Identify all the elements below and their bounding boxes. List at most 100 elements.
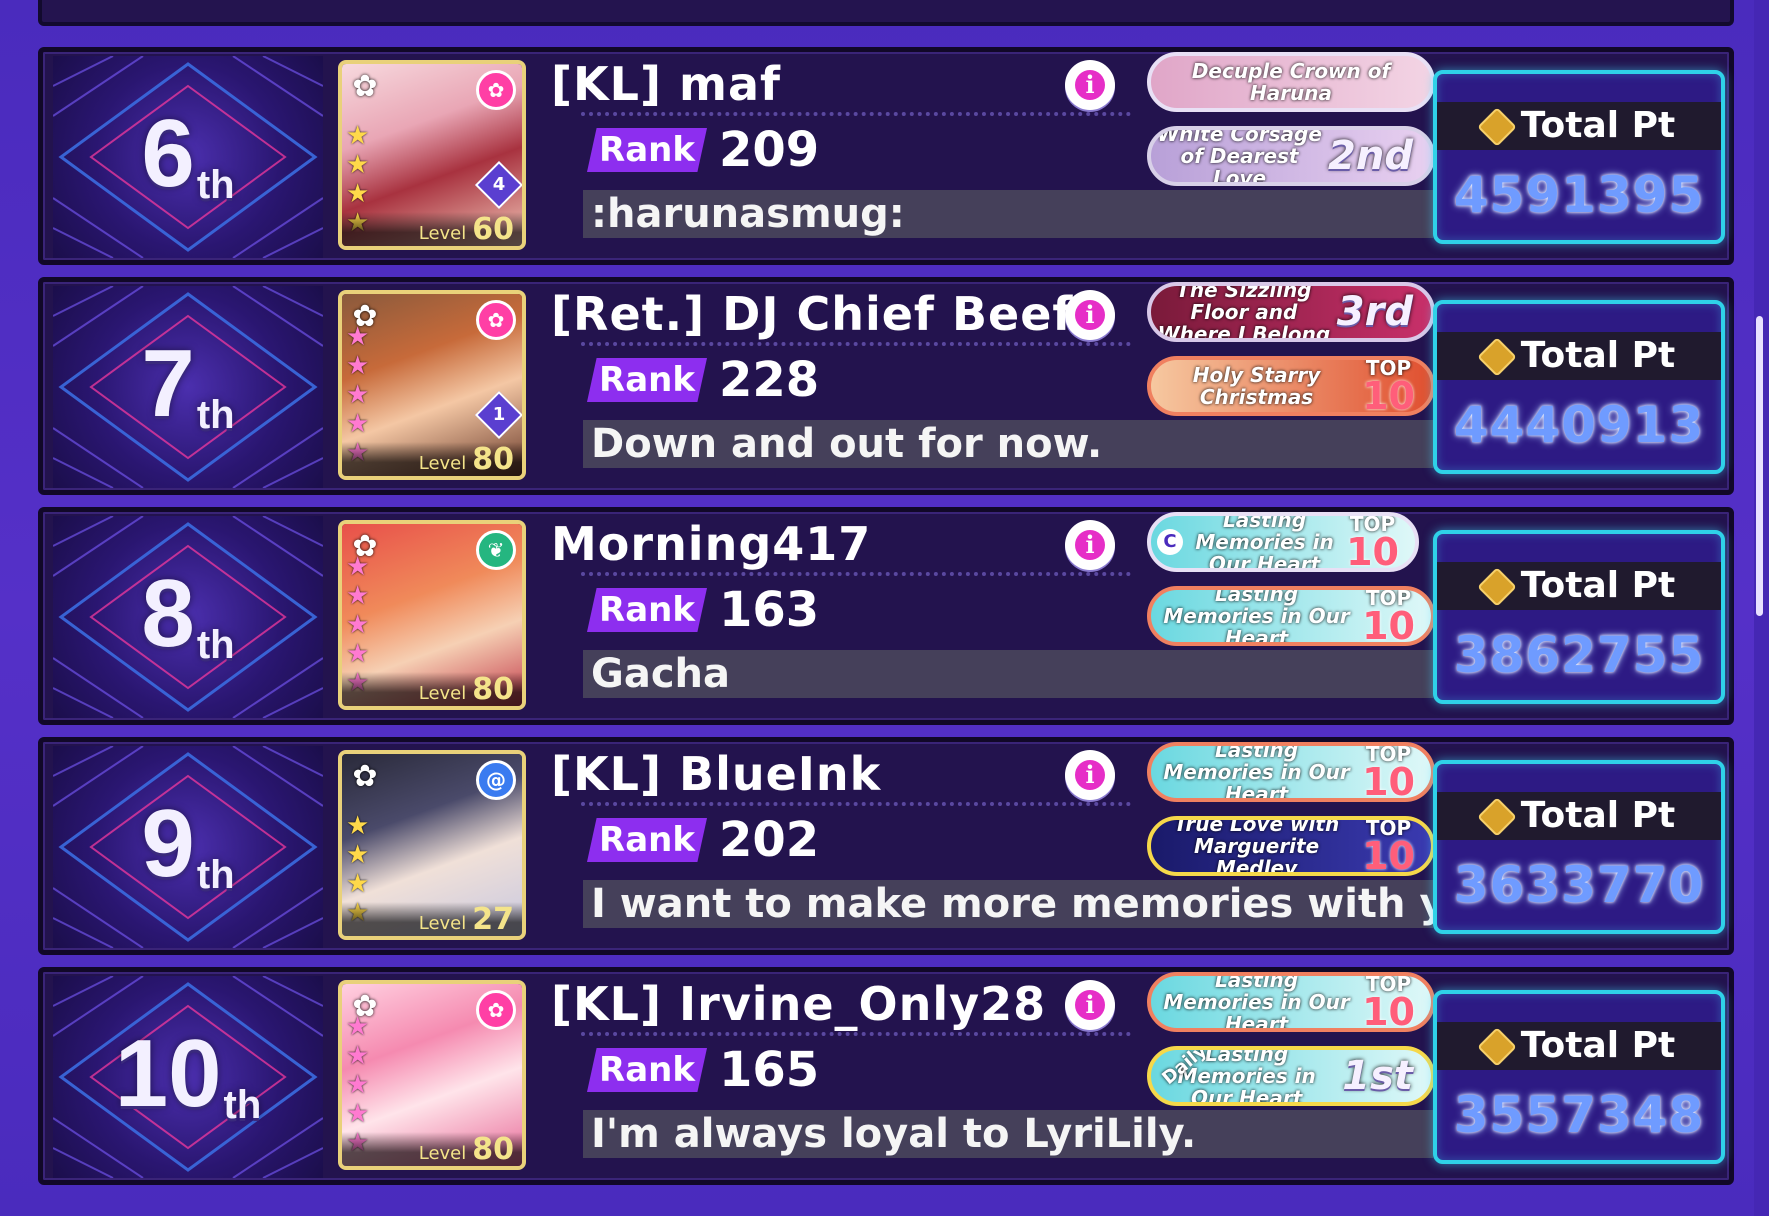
name-underline: [581, 572, 1131, 576]
info-button[interactable]: i: [1065, 520, 1115, 570]
level-label: Level: [418, 913, 467, 934]
name-underline: [581, 112, 1131, 116]
info-button[interactable]: i: [1065, 60, 1115, 110]
event-badge: Lasting Memories in Our Heart TOP 10: [1147, 742, 1435, 802]
star-icon: ★: [346, 351, 370, 381]
player-comment: Gacha: [583, 650, 1433, 698]
badge-title: Lasting Memories in Our Heart: [1195, 512, 1334, 572]
star-icon: ★: [346, 409, 370, 439]
event-badge: The Sizzling Floor and Where I Belong 3rd: [1147, 282, 1435, 342]
ribbon-icon: ✿: [476, 70, 516, 110]
star-icon: ★: [346, 121, 370, 151]
event-badge: Daily Lasting Memories in Our Heart 1st: [1147, 1046, 1435, 1106]
badge-title: Holy Starry Christmas: [1192, 363, 1321, 409]
placement-number: 7th: [141, 330, 235, 438]
badge-title: Lasting Memories in Our Heart: [1163, 972, 1350, 1032]
info-button[interactable]: i: [1065, 290, 1115, 340]
info-button[interactable]: i: [1065, 750, 1115, 800]
name-underline: [581, 1032, 1131, 1036]
event-badge: True Love with Marguerite Medley TOP 10: [1147, 816, 1435, 876]
badge-title: True Love with Marguerite Medley: [1173, 816, 1340, 876]
ranking-row[interactable]: 8th ✿ ❦ ★★★★★ Level80 Morning417 i Rank …: [38, 507, 1734, 725]
total-points-panel: Total Pt 3557348: [1433, 990, 1725, 1164]
badge-top-rank: TOP 10: [1346, 512, 1399, 572]
badge-placement: 1st: [1342, 1053, 1413, 1099]
placement-panel: 7th: [53, 286, 323, 488]
star-icon: ★: [346, 322, 370, 352]
name-underline: [581, 802, 1131, 806]
ribbon-icon: ✿: [476, 990, 516, 1030]
rank-value: 202: [719, 812, 820, 868]
name-underline: [581, 342, 1131, 346]
swirl-icon: @: [476, 760, 516, 800]
member-card-avatar[interactable]: ✿ ❦ ★★★★★ Level80: [338, 520, 526, 710]
player-name: Morning417: [551, 517, 872, 571]
event-badge: White Corsage of Dearest Love 2nd: [1147, 126, 1435, 186]
rank-label: Rank: [587, 358, 707, 402]
player-comment: I'm always loyal to LyriLily.: [583, 1110, 1433, 1158]
member-card-avatar[interactable]: ✿ ✿ ★★★★★ 1 Level80: [338, 290, 526, 480]
event-badge: Decuple Crown of Haruna: [1147, 52, 1435, 112]
card-level: Level 80: [342, 442, 522, 476]
badge-title: The Sizzling Floor and Where I Belong: [1157, 282, 1331, 342]
total-points-label: Total Pt: [1437, 792, 1721, 840]
player-name: [KL] Irvine_Only28: [551, 977, 1047, 1031]
star-icon: ★: [346, 150, 370, 180]
level-value: 80: [472, 672, 514, 707]
info-icon: i: [1075, 760, 1105, 790]
star-icon: ★: [346, 179, 370, 209]
rank-label: Rank: [587, 818, 707, 862]
badge-title: White Corsage of Dearest Love: [1157, 126, 1322, 186]
star-icon: ★: [346, 1041, 370, 1071]
total-points-panel: Total Pt 3633770: [1433, 760, 1725, 934]
total-points-label: Total Pt: [1437, 1022, 1721, 1070]
level-value: 60: [472, 212, 514, 247]
info-icon: i: [1075, 530, 1105, 560]
ranking-row[interactable]: 9th ✿ @ ★★★★ Level27 [KL] BlueInk i Rank…: [38, 737, 1734, 955]
star-icon: ★: [346, 552, 370, 582]
rank-label: Rank: [587, 588, 707, 632]
info-icon: i: [1075, 300, 1105, 330]
ranking-row[interactable]: 7th ✿ ✿ ★★★★★ 1 Level80 [Ret.] DJ Chief …: [38, 277, 1734, 495]
badge-top-rank: TOP 10: [1362, 972, 1415, 1032]
ribbon-icon: ✿: [476, 300, 516, 340]
leaf-icon: ❦: [476, 530, 516, 570]
total-points-label: Total Pt: [1437, 102, 1721, 150]
member-card-avatar[interactable]: ✿ @ ★★★★ Level27: [338, 750, 526, 940]
placement-panel: 8th: [53, 516, 323, 718]
card-level: Level 80: [342, 1132, 522, 1166]
player-name: [Ret.] DJ Chief Beef: [551, 287, 1074, 341]
rank-value: 209: [719, 122, 820, 178]
star-icon: ★: [346, 380, 370, 410]
ranking-row[interactable]: 10th ✿ ✿ ★★★★★ Level80 [KL] Irvine_Only2…: [38, 967, 1734, 1185]
level-value: 27: [472, 902, 514, 937]
ranking-list: 6th ✿ ✿ ★★★★ 4 Level60 [KL] maf i Rank 2…: [38, 47, 1734, 1197]
event-badge: Holy Starry Christmas TOP 10: [1147, 356, 1435, 416]
event-badge: Lasting Memories in Our Heart TOP 10: [1147, 972, 1435, 1032]
member-card-avatar[interactable]: ✿ ✿ ★★★★★ Level80: [338, 980, 526, 1170]
ranking-row[interactable]: 6th ✿ ✿ ★★★★ 4 Level60 [KL] maf i Rank 2…: [38, 47, 1734, 265]
event-point-icon: [1476, 567, 1517, 607]
rank-label: Rank: [587, 128, 707, 172]
event-badge: Lasting Memories in Our Heart TOP 10: [1147, 586, 1435, 646]
card-level: Level 80: [342, 672, 522, 706]
rank-value: 165: [719, 1042, 820, 1098]
scrollbar-thumb[interactable]: [1756, 316, 1763, 616]
player-comment: :harunasmug:: [583, 190, 1433, 238]
star-icon: ★: [346, 869, 370, 899]
info-icon: i: [1075, 990, 1105, 1020]
level-label: Level: [418, 1143, 467, 1164]
badge-title: Lasting Memories in Our Heart: [1163, 742, 1350, 802]
info-button[interactable]: i: [1065, 980, 1115, 1030]
total-points-value: 3557348: [1453, 1086, 1705, 1144]
card-level: Level 60: [342, 212, 522, 246]
band-logo-icon: ✿: [352, 759, 378, 794]
placement-panel: 10th: [53, 976, 323, 1178]
event-point-icon: [1476, 337, 1517, 377]
star-icon: ★: [346, 610, 370, 640]
member-card-avatar[interactable]: ✿ ✿ ★★★★ 4 Level60: [338, 60, 526, 250]
card-level: Level 27: [342, 902, 522, 936]
total-points-label: Total Pt: [1437, 562, 1721, 610]
placement-number: 10th: [114, 1020, 262, 1128]
level-label: Level: [418, 453, 467, 474]
